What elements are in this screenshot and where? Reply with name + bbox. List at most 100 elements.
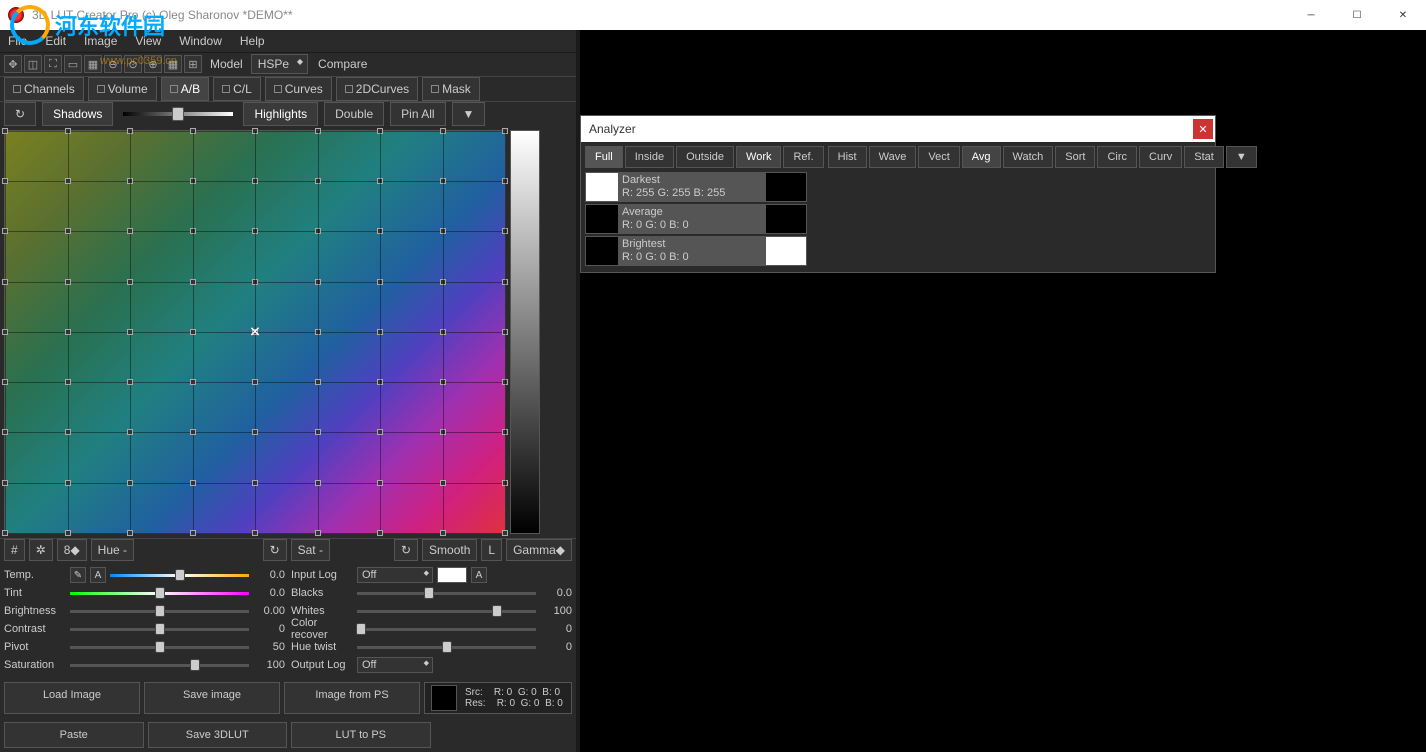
atab-outside[interactable]: Outside [676, 146, 734, 168]
inputlog-select[interactable]: Off [357, 567, 433, 583]
analyzer-close-button[interactable]: ✕ [1193, 119, 1213, 139]
zoom-out-icon[interactable]: ⊖ [104, 55, 122, 73]
maximize-button[interactable]: ☐ [1334, 0, 1380, 30]
pinall-button[interactable]: Pin All [390, 102, 445, 126]
pivot-slider[interactable] [70, 646, 249, 649]
select-tool-icon[interactable]: ▭ [64, 55, 82, 73]
pivot-value: 50 [253, 641, 285, 653]
color-grid[interactable]: ✕ [4, 130, 506, 534]
inputlog-label: Input Log [291, 569, 353, 581]
tab-volume[interactable]: Volume [88, 77, 157, 101]
atab-avg[interactable]: Avg [962, 146, 1001, 168]
inputlog-swatch[interactable] [437, 567, 467, 583]
atab-dropdown-icon[interactable]: ▼ [1226, 146, 1257, 168]
atab-circ[interactable]: Circ [1097, 146, 1137, 168]
atab-wave[interactable]: Wave [869, 146, 917, 168]
save-3dlut-button[interactable]: Save 3DLUT [148, 722, 288, 748]
atab-sort[interactable]: Sort [1055, 146, 1095, 168]
crop-tool-icon[interactable]: ◫ [24, 55, 42, 73]
grid-hash-icon[interactable]: # [4, 539, 25, 561]
tone-slider[interactable] [123, 112, 233, 116]
menu-window[interactable]: Window [179, 34, 222, 48]
fit-tool-icon[interactable]: ⛶ [44, 55, 62, 73]
temp-slider[interactable] [110, 574, 249, 577]
recover-value: 0 [540, 623, 572, 635]
atab-ref[interactable]: Ref. [783, 146, 823, 168]
save-image-button[interactable]: Save image [144, 682, 280, 714]
inputlog-auto-button[interactable]: A [471, 567, 487, 583]
hue-label[interactable]: Hue - [91, 539, 134, 561]
whites-slider[interactable] [357, 610, 536, 613]
sat-refresh-icon[interactable]: ↻ [394, 539, 418, 561]
atab-stat[interactable]: Stat [1184, 146, 1224, 168]
menu-view[interactable]: View [135, 34, 161, 48]
smooth-button[interactable]: Smooth [422, 539, 477, 561]
minimize-button[interactable]: ─ [1288, 0, 1334, 30]
grid-size[interactable]: 8 ◆ [57, 539, 87, 561]
atab-vect[interactable]: Vect [918, 146, 959, 168]
zoom-fit-icon[interactable]: ⊙ [124, 55, 142, 73]
src-res-info: Src: R: 0 G: 0 B: 0 Res: R: 0 G: 0 B: 0 [424, 682, 572, 714]
tint-slider[interactable] [70, 592, 249, 595]
menu-image[interactable]: Image [84, 34, 117, 48]
atab-work[interactable]: Work [736, 146, 781, 168]
lut-to-ps-button[interactable]: LUT to PS [291, 722, 431, 748]
contrast-slider[interactable] [70, 628, 249, 631]
tab-mask[interactable]: Mask [422, 77, 480, 101]
analyzer-row-average: AverageR: 0 G: 0 B: 0 [585, 204, 807, 234]
temp-value: 0.0 [253, 569, 285, 581]
sat-label[interactable]: Sat - [291, 539, 330, 561]
refresh-button[interactable]: ↻ [4, 102, 36, 126]
temp-auto-button[interactable]: A [90, 567, 106, 583]
l-button[interactable]: L [481, 539, 502, 561]
grid-tool-icon[interactable]: ▦ [164, 55, 182, 73]
tint-value: 0.0 [253, 587, 285, 599]
analyzer-titlebar[interactable]: Analyzer ✕ [581, 116, 1215, 142]
atab-inside[interactable]: Inside [625, 146, 674, 168]
layout-tool-icon[interactable]: ⊞ [184, 55, 202, 73]
saturation-slider[interactable] [70, 664, 249, 667]
tab-ab[interactable]: A/B [161, 77, 209, 101]
load-image-button[interactable]: Load Image [4, 682, 140, 714]
tab-curves[interactable]: Curves [265, 77, 332, 101]
brightness-gradient[interactable] [510, 130, 540, 534]
model-select[interactable]: HSPe [251, 54, 308, 74]
compare-button[interactable]: Compare [318, 57, 367, 71]
dropdown-button[interactable]: ▼ [452, 102, 486, 126]
huetwist-slider[interactable] [357, 646, 536, 649]
recover-slider[interactable] [357, 628, 536, 631]
double-button[interactable]: Double [324, 102, 384, 126]
menu-edit[interactable]: Edit [45, 34, 66, 48]
highlights-button[interactable]: Highlights [243, 102, 318, 126]
huetwist-value: 0 [540, 641, 572, 653]
hue-refresh-icon[interactable]: ↻ [263, 539, 287, 561]
adjustments-panel: Temp.✎A0.0 Tint0.0 Brightness0.00 Contra… [0, 562, 576, 678]
atab-full[interactable]: Full [585, 146, 623, 168]
gamma-select[interactable]: Gamma ◆ [506, 539, 572, 561]
brightness-slider[interactable] [70, 610, 249, 613]
shadows-button[interactable]: Shadows [42, 102, 113, 126]
menu-file[interactable]: File [8, 34, 27, 48]
outputlog-select[interactable]: Off [357, 657, 433, 673]
tint-label: Tint [4, 587, 66, 599]
tab-channels[interactable]: Channels [4, 77, 84, 101]
blacks-slider[interactable] [357, 592, 536, 595]
zoom-in-icon[interactable]: ⊕ [144, 55, 162, 73]
tab-cl[interactable]: C/L [213, 77, 261, 101]
blacks-label: Blacks [291, 587, 353, 599]
atab-curv[interactable]: Curv [1139, 146, 1182, 168]
grid-wheel-icon[interactable]: ✲ [29, 539, 53, 561]
atab-watch[interactable]: Watch [1003, 146, 1054, 168]
image-from-ps-button[interactable]: Image from PS [284, 682, 420, 714]
atab-hist[interactable]: Hist [828, 146, 867, 168]
grid-controls: # ✲ 8 ◆ Hue - ↻ Sat - ↻ Smooth L Gamma ◆ [0, 538, 576, 562]
whites-value: 100 [540, 605, 572, 617]
move-tool-icon[interactable]: ✥ [4, 55, 22, 73]
marquee-tool-icon[interactable]: ▦ [84, 55, 102, 73]
close-button[interactable]: ✕ [1380, 0, 1426, 30]
menu-help[interactable]: Help [240, 34, 265, 48]
eyedropper-icon[interactable]: ✎ [70, 567, 86, 583]
paste-button[interactable]: Paste [4, 722, 144, 748]
analyzer-panel: Analyzer ✕ Full Inside Outside Work Ref.… [580, 115, 1216, 273]
tab-2dcurves[interactable]: 2DCurves [336, 77, 418, 101]
